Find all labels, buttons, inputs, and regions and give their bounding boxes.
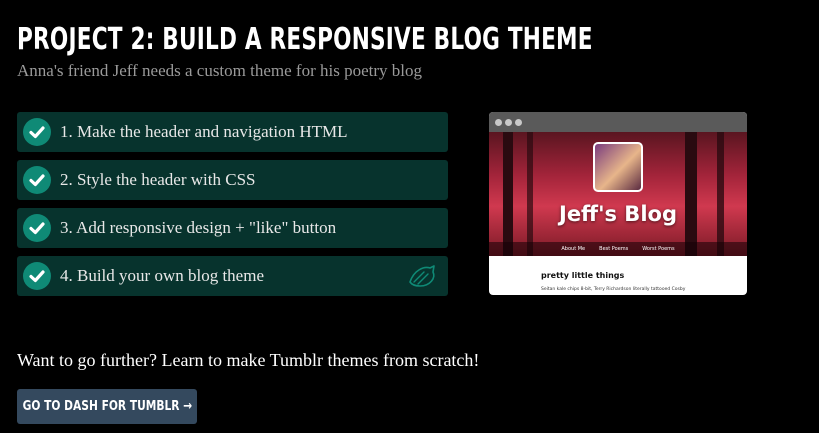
blog-nav-item: About Me xyxy=(561,246,586,252)
blog-nav-item: Best Poems xyxy=(599,246,629,252)
blog-nav: About Me Best Poems Worst Poems xyxy=(489,242,747,256)
step-label: 2. Style the header with CSS xyxy=(60,170,256,189)
further-text: Want to go further? Learn to make Tumblr… xyxy=(17,350,480,370)
checkmark-icon xyxy=(23,166,51,194)
checkmark-icon xyxy=(23,118,51,146)
step-label: 3. Add responsive design + "like" button xyxy=(60,218,337,237)
avatar xyxy=(593,142,643,192)
page-subtitle: Anna's friend Jeff needs a custom theme … xyxy=(17,61,422,80)
step-item-2[interactable]: 2. Style the header with CSS xyxy=(17,160,448,200)
browser-chrome xyxy=(489,112,747,132)
blog-title: Jeff's Blog xyxy=(559,202,677,226)
window-dot-icon xyxy=(495,118,502,126)
page-title: Project 2: Build a Responsive Blog Theme xyxy=(17,22,593,57)
blog-preview-image: Jeff's Blog About Me Best Poems Worst Po… xyxy=(489,112,747,295)
checkmark-icon xyxy=(23,262,51,290)
tree-shape xyxy=(527,132,533,256)
go-to-dash-button[interactable]: Go to Dash for Tumblr → xyxy=(17,389,197,424)
tree-shape xyxy=(685,132,697,256)
step-label: 4. Build your own blog theme xyxy=(60,266,264,285)
window-dot-icon xyxy=(505,118,512,126)
checkmark-icon xyxy=(23,214,51,242)
cta-label: Go to Dash for Tumblr → xyxy=(22,399,192,414)
step-item-4[interactable]: 4. Build your own blog theme xyxy=(17,256,448,296)
badge-icon xyxy=(406,262,438,294)
blog-nav-item: Worst Poems xyxy=(642,246,675,252)
step-label: 1. Make the header and navigation HTML xyxy=(60,122,348,141)
window-dot-icon xyxy=(515,118,522,126)
tree-shape xyxy=(503,132,513,256)
step-item-3[interactable]: 3. Add responsive design + "like" button xyxy=(17,208,448,248)
tree-shape xyxy=(717,132,724,256)
post-title: pretty little things xyxy=(541,271,625,280)
step-item-1[interactable]: 1. Make the header and navigation HTML xyxy=(17,112,448,152)
blog-header: Jeff's Blog About Me Best Poems Worst Po… xyxy=(489,132,747,256)
post-text: Seitan kale chips 8-bit, Terry Richardso… xyxy=(541,287,686,292)
step-list: 1. Make the header and navigation HTML 2… xyxy=(17,112,448,304)
